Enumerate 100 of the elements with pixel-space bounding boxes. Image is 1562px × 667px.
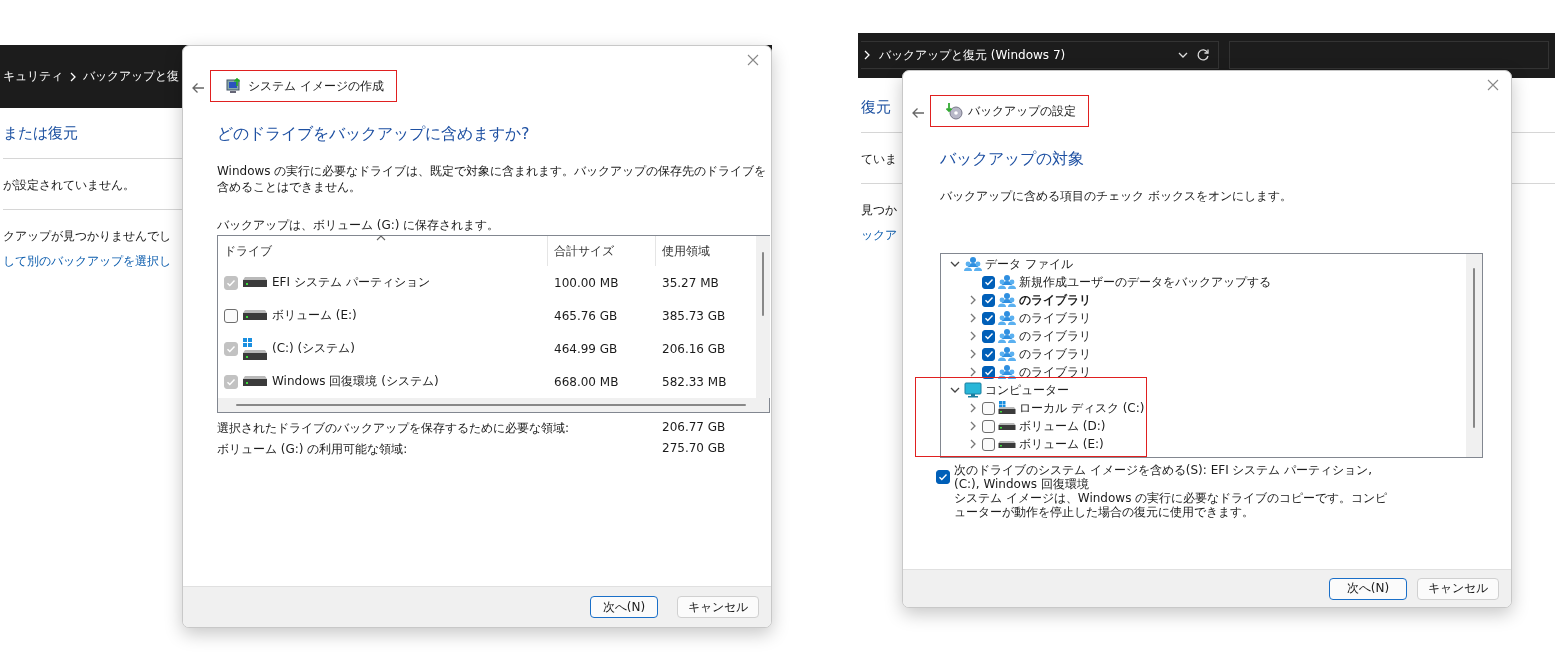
monitor-icon: [964, 382, 982, 398]
chevron-right-icon[interactable]: [969, 367, 977, 377]
link[interactable]: ックア: [861, 227, 897, 244]
drive-icon: [242, 310, 268, 321]
message-text: クアップが見つかりませんでし: [3, 228, 171, 245]
dialog-heading: バックアップの対象: [940, 149, 1084, 170]
chevron-right-icon[interactable]: [969, 349, 977, 359]
summary-label: 選択されたドライブのバックアップを保存するために必要な領域:: [217, 420, 571, 437]
description-text: バックアップに含める項目のチェック ボックスをオンにします。: [940, 188, 1293, 204]
drive-icon: [242, 376, 268, 387]
drive-name: EFI システム パーティション: [272, 274, 430, 291]
tree-item-label[interactable]: のライブラリ: [1019, 327, 1091, 345]
checkbox[interactable]: [982, 275, 995, 289]
message-text: 見つか: [861, 202, 897, 219]
checkmark-icon: [226, 343, 236, 354]
chevron-down-icon[interactable]: [950, 386, 960, 394]
checkbox[interactable]: [982, 401, 995, 415]
chevron-right-icon[interactable]: [969, 403, 977, 413]
system-drive-icon: [242, 336, 268, 361]
checkbox[interactable]: [982, 419, 995, 433]
breadcrumb-item[interactable]: バックアップと復: [83, 68, 179, 85]
summary-label: ボリューム (G:) の利用可能な領域:: [217, 441, 409, 458]
checkmark-icon: [983, 349, 994, 359]
tree-item-label[interactable]: ボリューム (D:): [1019, 417, 1106, 435]
cancel-button[interactable]: キャンセル: [1417, 577, 1499, 600]
table-cell-text: 465.76 GB: [553, 308, 619, 323]
chevron-right-icon[interactable]: [969, 331, 977, 341]
users-icon: [998, 292, 1016, 308]
drive-icon: [998, 440, 1016, 448]
chevron-icon: [69, 71, 77, 82]
checkbox[interactable]: [224, 308, 238, 323]
tree-item-label[interactable]: データ ファイル: [985, 255, 1073, 273]
table-cell-text: 206.16 GB: [661, 341, 727, 356]
help-text: システム イメージは、Windows の実行に必要なドライブのコピーです。コンピューターが動作を停止した場合の復元に使用できます。: [954, 491, 1389, 519]
column-header[interactable]: ドライブ: [218, 236, 548, 266]
dropdown-icon[interactable]: [1178, 51, 1188, 59]
tree-item-label[interactable]: のライブラリ: [1019, 345, 1091, 363]
close-icon[interactable]: [1487, 79, 1499, 91]
page-heading: または復元: [3, 124, 78, 143]
checkmark-icon: [226, 277, 236, 288]
checkbox[interactable]: [936, 470, 950, 484]
cancel-button[interactable]: キャンセル: [677, 596, 759, 618]
back-arrow-icon[interactable]: [911, 107, 925, 119]
drive-name: ボリューム (E:): [272, 307, 357, 324]
scrollbar[interactable]: [1466, 254, 1482, 457]
summary-value: 275.70 GB: [662, 441, 727, 457]
column-header[interactable]: 合計サイズ: [548, 236, 656, 266]
checkbox[interactable]: [982, 437, 995, 451]
checkmark-icon: [983, 295, 994, 305]
drive-icon: [242, 277, 268, 288]
drive-icon: [998, 422, 1016, 430]
checkbox[interactable]: [982, 329, 995, 343]
table-cell-text: 464.99 GB: [553, 341, 619, 356]
table-cell-text: 100.00 MB: [553, 275, 620, 290]
system-image-icon: [225, 77, 243, 95]
checkbox[interactable]: [982, 347, 995, 361]
status-text: ていま: [861, 151, 897, 168]
checkmark-icon: [226, 376, 236, 387]
dialog-title: バックアップの設定: [968, 102, 1076, 120]
table-cell-text: 35.27 MB: [661, 275, 720, 290]
column-header[interactable]: 使用領域: [656, 236, 756, 266]
tree-item-label[interactable]: ローカル ディスク (C:): [1019, 399, 1145, 417]
users-icon: [998, 346, 1016, 362]
tree-item-label[interactable]: のライブラリ: [1019, 309, 1091, 327]
chevron-icon: [863, 50, 871, 60]
next-button[interactable]: 次へ(N): [590, 596, 658, 618]
search-field[interactable]: [1229, 41, 1549, 69]
chevron-down-icon[interactable]: [950, 260, 960, 268]
checkbox-label[interactable]: 次のドライブのシステム イメージを含める(S): EFI システム パーティション, (C:), Windows 回復環境: [954, 463, 1394, 491]
tree-item-label[interactable]: ボリューム (E:): [1019, 435, 1104, 453]
next-button[interactable]: 次へ(N): [1329, 577, 1407, 600]
drive-name: (C:) (システム): [272, 340, 355, 357]
chevron-right-icon[interactable]: [969, 295, 977, 305]
checkmark-icon: [983, 277, 994, 287]
table-cell-text: 668.00 MB: [553, 374, 620, 389]
chevron-right-icon[interactable]: [969, 439, 977, 449]
refresh-icon[interactable]: [1196, 48, 1210, 62]
chevron-right-icon[interactable]: [969, 313, 977, 323]
users-icon: [998, 328, 1016, 344]
close-icon[interactable]: [747, 54, 759, 66]
tree-item-label[interactable]: のライブラリ: [1019, 291, 1091, 309]
chevron-right-icon[interactable]: [969, 421, 977, 431]
status-text: が設定されていません。: [3, 177, 135, 194]
checkmark-icon: [983, 331, 994, 341]
users-icon: [998, 274, 1016, 290]
dialog-title: システム イメージの作成: [248, 77, 384, 95]
checkbox[interactable]: [982, 311, 995, 325]
checkbox[interactable]: [982, 293, 995, 307]
drive-name: Windows 回復環境 (システム): [272, 373, 439, 390]
tree-item-label[interactable]: 新規作成ユーザーのデータをバックアップする: [1019, 273, 1271, 291]
users-icon: [998, 364, 1016, 380]
destination-text: バックアップは、ボリューム (G:) に保存されます。: [217, 217, 501, 233]
breadcrumb-item[interactable]: キュリティ: [3, 68, 63, 85]
link[interactable]: して別のバックアップを選択し: [3, 253, 171, 270]
checkmark-icon: [938, 472, 948, 482]
dialog-heading: どのドライブをバックアップに含めますか?: [217, 124, 530, 145]
back-arrow-icon[interactable]: [191, 82, 205, 94]
backup-disc-icon: [945, 102, 963, 120]
tree-item-label[interactable]: コンピューター: [985, 381, 1069, 399]
summary-value: 206.77 GB: [662, 420, 727, 436]
